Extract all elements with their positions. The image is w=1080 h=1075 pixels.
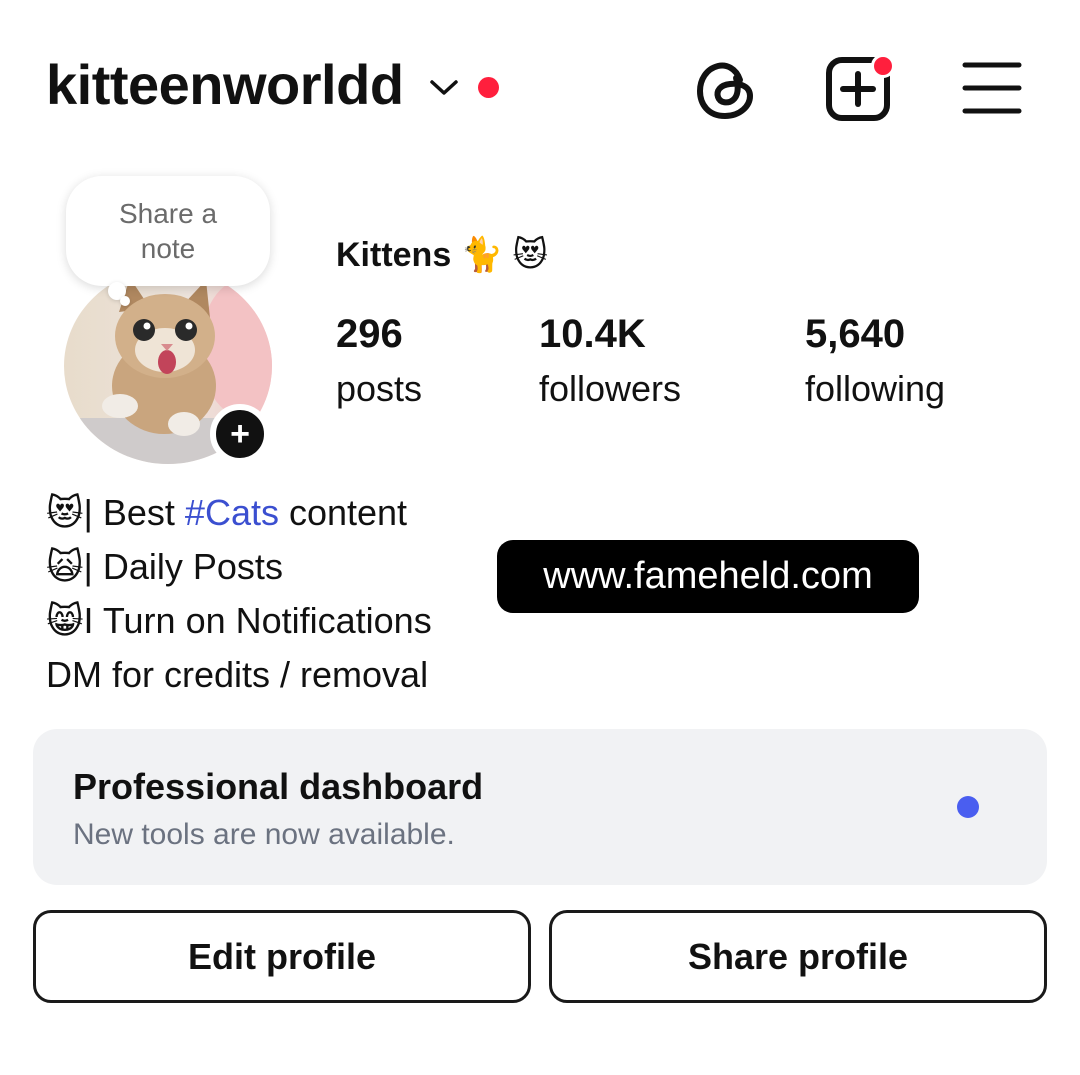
notification-dot: [478, 77, 499, 98]
dashboard-unread-dot: [957, 796, 979, 818]
posts-label: posts: [336, 368, 423, 409]
add-story-button[interactable]: +: [210, 404, 270, 464]
threads-icon[interactable]: [694, 56, 758, 122]
stat-following[interactable]: 5,640 following: [805, 310, 945, 412]
hashtag-link[interactable]: #Cats: [185, 492, 279, 533]
edit-profile-button[interactable]: Edit profile: [33, 910, 531, 1003]
bio: 😻| Best #Cats content 🙀| Daily Posts 😸I …: [46, 486, 432, 702]
note-bubble-tail-small: [120, 296, 130, 306]
dashboard-subtitle: New tools are now available.: [73, 818, 455, 851]
following-count: 5,640: [805, 312, 906, 356]
bio-text: | Daily Posts: [83, 546, 283, 587]
display-name: Kittens 🐈 😻: [336, 236, 548, 274]
professional-dashboard-card[interactable]: Professional dashboard New tools are now…: [33, 729, 1047, 885]
share-note-bubble[interactable]: Share a note: [66, 176, 270, 286]
menu-icon[interactable]: [962, 60, 1022, 116]
share-note-label: Share a note: [118, 198, 218, 264]
weary-cat-emoji: 🙀: [46, 546, 84, 587]
bio-line: 😸I Turn on Notifications: [46, 594, 432, 648]
posts-count: 296: [336, 312, 403, 356]
bio-text: I Turn on Notifications: [83, 600, 432, 641]
chevron-down-icon[interactable]: [428, 76, 460, 100]
dashboard-title: Professional dashboard: [73, 766, 484, 807]
website-link[interactable]: www.fameheld.com: [497, 540, 919, 613]
following-label: following: [805, 368, 946, 409]
share-profile-button[interactable]: Share profile: [549, 910, 1047, 1003]
plus-icon: +: [230, 415, 250, 453]
heart-eyes-cat-emoji: 😻: [46, 492, 84, 533]
username[interactable]: kitteenworldd: [46, 50, 404, 120]
bio-text: content: [278, 492, 408, 533]
bio-line: 🙀| Daily Posts: [46, 540, 432, 594]
stat-followers[interactable]: 10.4K followers: [539, 310, 681, 412]
bio-line: 😻| Best #Cats content: [46, 486, 432, 540]
stat-posts[interactable]: 296 posts: [336, 310, 422, 412]
create-notification-dot: [871, 54, 895, 78]
bio-text: | Best: [83, 492, 185, 533]
followers-label: followers: [539, 368, 682, 409]
bio-line: DM for credits / removal: [46, 648, 432, 702]
followers-count: 10.4K: [539, 312, 646, 356]
bio-text: DM for credits / removal: [46, 654, 429, 695]
grinning-cat-emoji: 😸: [46, 600, 84, 641]
